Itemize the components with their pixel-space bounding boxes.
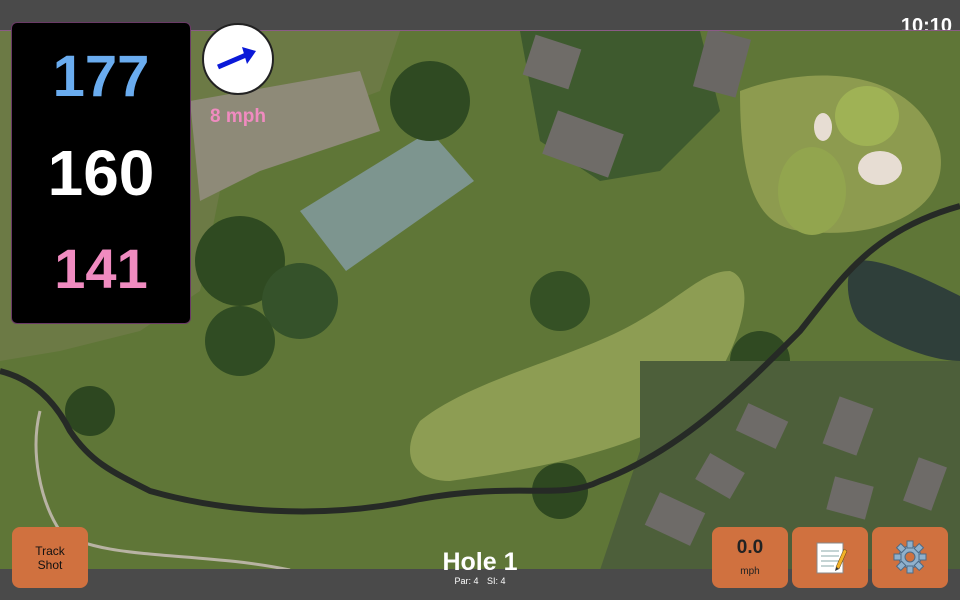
wind-speed-label: 8 mph (210, 106, 266, 127)
wind-speed-button[interactable]: 0.0 mph (712, 527, 788, 588)
settings-button[interactable] (872, 527, 948, 588)
hole-details: Par: 4 SI: 4 (380, 576, 580, 586)
hole-info: Hole 1 Par: 4 SI: 4 (380, 548, 580, 586)
yardage-panel: 177 160 141 (11, 22, 191, 324)
arrow-right-icon (217, 47, 256, 70)
track-shot-label-line1: Track (35, 544, 65, 558)
wind-speed-value: 0.0 (736, 537, 764, 558)
track-shot-button[interactable]: Track Shot (12, 527, 88, 588)
wind-direction-indicator (202, 23, 274, 95)
hole-stroke-index: SI: 4 (487, 576, 506, 586)
track-shot-label-line2: Shot (37, 558, 63, 572)
notes-button[interactable] (792, 527, 868, 588)
front-yardage: 141 (54, 237, 148, 300)
middle-yardage: 160 (47, 137, 155, 209)
back-yardage: 177 (52, 44, 150, 109)
hole-title: Hole 1 (442, 548, 518, 576)
notepad-icon (816, 542, 848, 574)
gear-icon (893, 540, 927, 574)
wind-speed-unit: mph (740, 566, 760, 577)
hole-par: Par: 4 (454, 576, 479, 586)
